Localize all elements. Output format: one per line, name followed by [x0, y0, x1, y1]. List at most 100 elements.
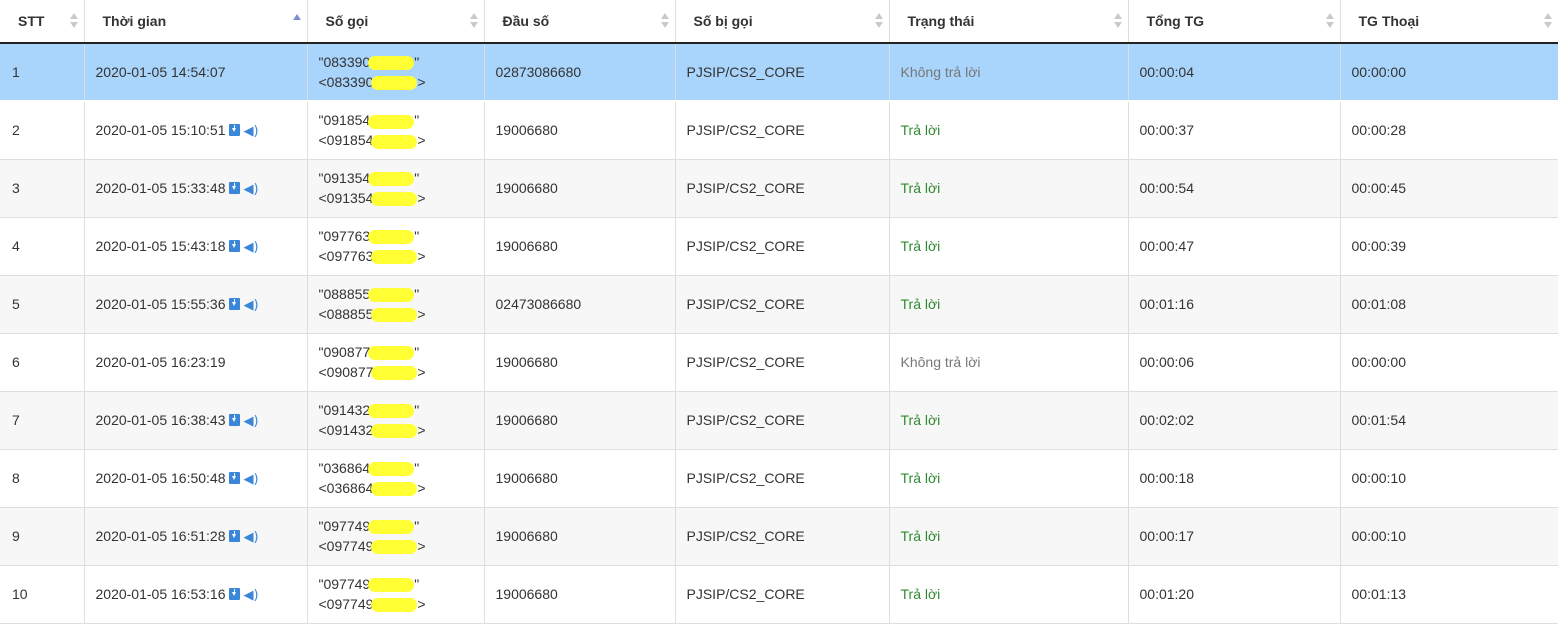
column-header-tong-tg[interactable]: Tổng TG — [1128, 0, 1341, 44]
cell-status-text: Trả lời — [900, 296, 941, 312]
caller-number-suffix: " — [414, 54, 420, 70]
cell-time: 2020-01-05 14:54:07 — [84, 43, 308, 102]
cell-dau-so-text: 19006680 — [495, 180, 558, 196]
caller-number-suffix: > — [417, 596, 426, 612]
cell-dau-so-text: 19006680 — [495, 354, 558, 370]
cell-caller: "091354 " <091354 > — [307, 159, 485, 218]
column-header-thoi-gian[interactable]: Thời gian — [84, 0, 308, 44]
table-row[interactable]: 8 2020-01-05 16:50:48 ◀) "036864 " <036864 >19… — [0, 449, 1558, 508]
cell-tg-thoai-text: 00:01:13 — [1351, 586, 1407, 602]
redaction-mark — [371, 134, 418, 149]
speaker-icon[interactable]: ◀) — [244, 182, 259, 197]
redaction-mark — [368, 56, 415, 71]
cell-stt-text: 7 — [12, 412, 20, 428]
redaction-mark — [371, 540, 418, 555]
cell-tg-thoai: 00:01:13 — [1340, 565, 1558, 624]
sort-icon[interactable] — [292, 13, 301, 29]
download-icon[interactable] — [228, 297, 240, 310]
sort-icon[interactable] — [1544, 13, 1552, 29]
column-header-dau-so[interactable]: Đầu số — [484, 0, 676, 44]
speaker-icon[interactable]: ◀) — [244, 240, 259, 255]
download-icon[interactable] — [228, 587, 240, 600]
caller-line: <091354 > — [319, 188, 474, 208]
cell-caller: "036864 " <036864 > — [307, 449, 485, 508]
sort-icon[interactable] — [1113, 13, 1122, 29]
redaction-mark — [368, 288, 415, 303]
cell-dau-so: 19006680 — [484, 391, 676, 450]
cell-tg-thoai-text: 00:01:08 — [1351, 296, 1407, 312]
column-header-label: Số bị gọi — [693, 13, 753, 29]
speaker-icon[interactable]: ◀) — [244, 298, 259, 313]
cell-time-text: 2020-01-05 16:38:43 — [95, 411, 226, 428]
speaker-icon[interactable]: ◀) — [244, 414, 259, 429]
cell-tong-tg-text: 00:00:54 — [1139, 180, 1195, 196]
caller-number-prefix: <088855 — [318, 306, 374, 322]
sort-icon[interactable] — [69, 13, 78, 29]
redaction-mark — [371, 482, 418, 497]
table-row[interactable]: 10 2020-01-05 16:53:16 ◀) "097749 " <097749 >1… — [0, 565, 1558, 624]
sort-icon[interactable] — [874, 13, 883, 29]
speaker-icon[interactable]: ◀) — [244, 472, 259, 487]
redaction-mark — [371, 192, 418, 207]
download-icon[interactable] — [228, 413, 240, 426]
table-row[interactable]: 4 2020-01-05 15:43:18 ◀) "097763 " <097763 >19… — [0, 217, 1558, 276]
caller-number-prefix: "090877 — [318, 344, 371, 360]
redaction-mark — [368, 346, 415, 361]
caller-line: "097749 " — [319, 574, 474, 594]
caller-number-suffix: " — [414, 112, 420, 129]
speaker-icon[interactable]: ◀) — [244, 530, 259, 545]
cell-so-bi-goi-text: PJSIP/CS2_CORE — [686, 122, 805, 139]
column-header-so-bi-goi[interactable]: Số bị gọi — [675, 0, 890, 44]
caller-line: <091854 > — [319, 130, 474, 150]
cell-status-text: Trả lời — [900, 412, 941, 428]
cell-stt-text: 1 — [12, 64, 20, 80]
cell-tg-thoai-text: 00:00:00 — [1351, 354, 1407, 370]
cell-tong-tg: 00:01:20 — [1128, 565, 1341, 624]
download-icon[interactable] — [228, 239, 240, 252]
column-header-so-goi[interactable]: Số gọi — [307, 0, 485, 44]
sort-icon[interactable] — [660, 13, 669, 29]
table-row[interactable]: 6 2020-01-05 16:23:19 "090877 " <090877 >1900… — [0, 333, 1558, 392]
cell-so-bi-goi: PJSIP/CS2_CORE — [675, 333, 890, 392]
download-icon[interactable] — [228, 123, 240, 136]
sort-icon[interactable] — [1325, 13, 1334, 29]
cell-dau-so: 19006680 — [484, 217, 676, 276]
download-icon[interactable] — [228, 471, 240, 484]
speaker-icon[interactable]: ◀) — [244, 588, 259, 603]
cell-stt-text: 2 — [12, 122, 20, 139]
redaction-mark — [368, 520, 415, 535]
download-icon[interactable] — [228, 529, 240, 542]
caller-line: "091432 " — [319, 400, 474, 420]
column-header-label: STT — [18, 13, 45, 29]
table-row[interactable]: 1 2020-01-05 14:54:07 "083390 " <083390 >0287… — [0, 43, 1558, 102]
cell-caller: "091432 " <091432 > — [307, 391, 485, 450]
cell-status-text: Trả lời — [900, 180, 941, 196]
table-row[interactable]: 7 2020-01-05 16:38:43 ◀) "091432 " <091432 >19… — [0, 391, 1558, 450]
cell-tg-thoai-text: 00:01:54 — [1351, 412, 1407, 428]
cell-tong-tg: 00:00:47 — [1128, 217, 1341, 276]
column-header-tg-thoai[interactable]: TG Thoại — [1340, 0, 1558, 44]
caller-number-suffix: > — [417, 480, 426, 496]
cell-stt-text: 5 — [12, 296, 20, 312]
cell-stt-text: 4 — [12, 238, 20, 254]
table-row[interactable]: 3 2020-01-05 15:33:48 ◀) "091354 " <091354 >19… — [0, 159, 1558, 218]
column-header-trang-thai[interactable]: Trạng thái — [889, 0, 1129, 44]
table-row[interactable]: 9 2020-01-05 16:51:28 ◀) "097749 " <097749 >19… — [0, 507, 1558, 566]
cell-tg-thoai: 00:01:54 — [1340, 391, 1558, 450]
download-icon[interactable] — [228, 181, 240, 194]
table-row[interactable]: 2 2020-01-05 15:10:51 ◀) "091854 " <091854 >19… — [0, 101, 1558, 160]
sort-down-icon — [69, 22, 78, 28]
column-header-stt[interactable]: STT — [0, 0, 85, 44]
sort-up-icon — [69, 13, 78, 19]
cell-dau-so-text: 19006680 — [495, 528, 558, 544]
cell-tg-thoai-text: 00:00:10 — [1351, 528, 1407, 544]
cell-tg-thoai: 00:00:10 — [1340, 507, 1558, 566]
speaker-icon[interactable]: ◀) — [244, 124, 259, 139]
redaction-mark — [371, 76, 418, 91]
cell-time: 2020-01-05 15:55:36 ◀) — [84, 275, 308, 334]
cell-tong-tg: 00:02:02 — [1128, 391, 1341, 450]
table-row[interactable]: 5 2020-01-05 15:55:36 ◀) "088855 " <088855 >02… — [0, 275, 1558, 334]
cell-tong-tg-text: 00:00:06 — [1139, 354, 1195, 370]
cell-dau-so: 19006680 — [484, 565, 676, 624]
sort-icon[interactable] — [469, 13, 478, 29]
